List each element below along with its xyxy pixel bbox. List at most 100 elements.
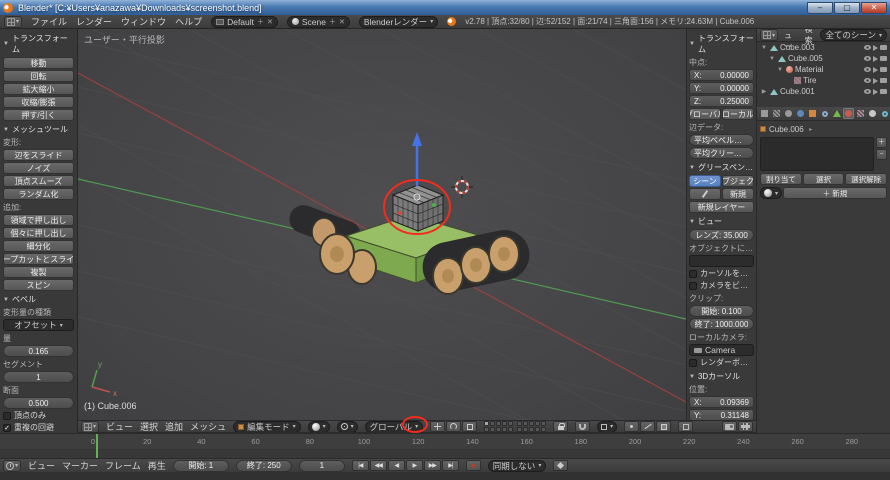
panel-header-n-transform[interactable]: ▼トランスフォーム [689, 33, 754, 55]
layer-toggle[interactable] [496, 427, 501, 432]
render-border-checkbox[interactable]: レンダーボーダー [689, 357, 754, 368]
tool-button[interactable]: 移動 [3, 57, 74, 69]
auto-keyframe-button[interactable]: ● [466, 460, 481, 471]
tab-scene[interactable] [783, 108, 794, 119]
frame-end-field[interactable]: 終了: 250 [236, 460, 292, 472]
tool-button[interactable]: ノイズ [3, 162, 74, 174]
breadcrumb-object[interactable]: Cube.006 [769, 125, 804, 134]
renderability-camera-icon[interactable] [880, 56, 887, 61]
bevel-number-field[interactable]: 0.165 [3, 345, 74, 357]
clip-start-field[interactable]: 開始: 0.100 [689, 305, 754, 317]
layer-toggle[interactable] [535, 421, 540, 426]
layer-toggle[interactable] [484, 421, 489, 426]
cursor-x-field[interactable]: X:0.09369 [689, 396, 754, 408]
lock-button[interactable] [553, 421, 568, 432]
tab-data[interactable] [831, 108, 842, 119]
unlink-scene-icon[interactable]: ✕ [339, 18, 345, 26]
render-engine-selector[interactable]: Blenderレンダー ▾ [359, 16, 438, 28]
selectability-arrow-icon[interactable] [873, 67, 878, 73]
bevel-width-type-dropdown[interactable]: オフセット ▾ [3, 319, 74, 331]
opengl-render-button[interactable] [722, 421, 737, 432]
local-camera-field[interactable]: Camera [689, 344, 754, 356]
cursor-y-field[interactable]: Y:0.31148 [689, 409, 754, 420]
gp-scene-button[interactable]: シーン [689, 175, 721, 187]
gp-new-layer-button[interactable]: 新規レイヤー [689, 201, 754, 213]
tab-physics[interactable] [879, 108, 890, 119]
tool-button[interactable]: 細分化 [3, 240, 74, 252]
tool-button[interactable]: 複製 [3, 266, 74, 278]
layer-toggle[interactable] [517, 427, 522, 432]
outliner-item-cube.001[interactable]: ▶Cube.001 [757, 86, 890, 97]
tool-button[interactable]: 回転 [3, 70, 74, 82]
selectability-arrow-icon[interactable] [873, 78, 878, 84]
outliner-item-tire[interactable]: Tire [757, 75, 890, 86]
material-slot-list[interactable] [760, 137, 874, 171]
layer-toggle[interactable] [517, 421, 522, 426]
layer-toggle[interactable] [490, 421, 495, 426]
tool-button[interactable]: 頂点スムーズ [3, 175, 74, 187]
tab-modifiers[interactable] [819, 108, 830, 119]
tool-button[interactable]: スピン [3, 279, 74, 291]
add-slot-button[interactable]: ＋ [876, 137, 887, 148]
tool-button[interactable]: 押す/引く [3, 109, 74, 121]
layer-toggle[interactable] [496, 421, 501, 426]
menu-window[interactable]: ウィンドウ [121, 15, 166, 28]
median-z-field[interactable]: Z:0.25000 [689, 95, 754, 107]
mean-crease-field[interactable]: 平均クリース: 0.00 [689, 147, 754, 159]
layer-toggle[interactable] [508, 427, 513, 432]
orientation-dropdown[interactable]: グローバル ▾ [365, 421, 423, 433]
menu-help[interactable]: ヘルプ [175, 15, 202, 28]
local-button[interactable]: ローカル [722, 108, 754, 120]
snap-magnet-button[interactable] [575, 421, 590, 432]
layer-toggle[interactable] [502, 427, 507, 432]
tab-material[interactable] [843, 108, 854, 119]
visibility-eye-icon[interactable] [864, 56, 871, 61]
play-button[interactable]: ▶ [406, 460, 423, 471]
lock-camera-checkbox[interactable]: カメラをビューにロ... [689, 280, 754, 291]
select-button[interactable]: 選択 [803, 173, 845, 185]
tab-world[interactable] [795, 108, 806, 119]
menu-render[interactable]: レンダー [76, 15, 112, 28]
next-keyframe-button[interactable]: ▶▶ [424, 460, 441, 471]
expand-triangle-icon[interactable]: ▼ [776, 67, 784, 73]
bevel-checkbox[interactable]: ✓重複の回避 [3, 422, 74, 433]
menu-timeline-playback[interactable]: 再生 [148, 459, 166, 472]
menu-view3d-select[interactable]: 選択 [140, 420, 158, 433]
mean-bevel-weight-field[interactable]: 平均ベベルウェイト: 0.00 [689, 134, 754, 146]
layer-toggle[interactable] [529, 427, 534, 432]
tool-button[interactable]: 収縮/膨張 [3, 96, 74, 108]
outliner-item-cube.005[interactable]: ▼Cube.005 [757, 53, 890, 64]
gp-new-button[interactable]: 新規 [722, 188, 754, 200]
scene-selector[interactable]: Scene ＋ ✕ [287, 16, 350, 28]
editor-type-button-3dview[interactable]: ▾ [81, 421, 99, 433]
keying-set-button[interactable] [553, 460, 568, 471]
current-frame-field[interactable]: 1 [299, 460, 345, 472]
shading-dropdown[interactable]: ▾ [308, 421, 330, 433]
cursor-3d[interactable] [451, 176, 473, 198]
rotate-manipulator-button[interactable] [446, 421, 461, 432]
sync-dropdown[interactable]: 同期しない ▾ [488, 460, 547, 472]
pivot-dropdown[interactable]: ▾ [337, 421, 358, 433]
tab-object[interactable] [807, 108, 818, 119]
play-reverse-button[interactable]: ◀ [388, 460, 405, 471]
tab-render-layers[interactable] [771, 108, 782, 119]
visibility-eye-icon[interactable] [864, 89, 871, 94]
expand-triangle-icon[interactable]: ▼ [760, 45, 768, 51]
scale-manipulator-button[interactable] [462, 421, 477, 432]
close-button[interactable]: ✕ [861, 2, 887, 14]
bevel-number-field[interactable]: 0.500 [3, 397, 74, 409]
menu-timeline-marker[interactable]: マーカー [62, 459, 98, 472]
layer-toggle[interactable] [523, 421, 528, 426]
menu-timeline-frame[interactable]: フレーム [105, 459, 141, 472]
menu-file[interactable]: ファイル [31, 15, 67, 28]
median-x-field[interactable]: X:0.00000 [689, 69, 754, 81]
tab-texture[interactable] [855, 108, 866, 119]
layer-toggle[interactable] [508, 421, 513, 426]
tool-button[interactable]: ループカットとスライド [3, 253, 74, 265]
edge-select-button[interactable] [640, 421, 655, 432]
maximize-button[interactable]: ▢ [834, 2, 860, 14]
visibility-eye-icon[interactable] [864, 45, 871, 50]
expand-triangle-icon[interactable]: ▼ [768, 56, 776, 62]
median-y-field[interactable]: Y:0.00000 [689, 82, 754, 94]
mode-dropdown[interactable]: 編集モード ▾ [233, 421, 301, 433]
